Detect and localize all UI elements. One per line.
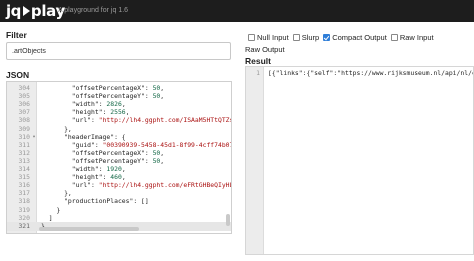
slurp-checkbox[interactable] bbox=[292, 34, 300, 41]
json-editor[interactable]: 304 "offsetPercentageX": 50, 305 "offsetP… bbox=[6, 81, 232, 234]
result-output: [{"links":{"self":"https://www.rijksmuse… bbox=[268, 69, 473, 77]
brand-jq: jq bbox=[6, 2, 21, 20]
result-editor[interactable]: 1 [{"links":{"self":"https://www.rijksmu… bbox=[245, 66, 474, 255]
null-input-label: Null Input bbox=[257, 33, 289, 42]
result-line-number: 1 bbox=[256, 69, 260, 77]
slurp-label: Slurp bbox=[301, 33, 320, 42]
result-line-gutter bbox=[246, 67, 264, 254]
raw-output-option[interactable]: Raw Output bbox=[245, 44, 285, 55]
slurp-option[interactable]: Slurp bbox=[292, 32, 320, 43]
play-arrow-icon bbox=[22, 6, 30, 16]
raw-input-checkbox[interactable] bbox=[390, 34, 398, 41]
null-input-option[interactable]: Null Input bbox=[248, 32, 289, 43]
filter-label: Filter bbox=[6, 30, 27, 40]
horizontal-scrollbar[interactable] bbox=[39, 227, 139, 231]
json-label: JSON bbox=[6, 70, 30, 80]
line-number: 321 bbox=[18, 221, 30, 230]
vertical-scrollbar[interactable] bbox=[226, 214, 230, 226]
options-bar: Null Input Slurp Compact Output Raw Inpu… bbox=[245, 32, 474, 55]
raw-input-label: Raw Input bbox=[399, 33, 434, 42]
result-label: Result bbox=[245, 56, 271, 66]
brand-logo[interactable]: jq play bbox=[6, 2, 65, 20]
tagline: A playground for jq 1.6 bbox=[58, 7, 129, 14]
compact-output-checkbox[interactable] bbox=[323, 34, 331, 41]
raw-output-label: Raw Output bbox=[245, 45, 285, 54]
null-input-checkbox[interactable] bbox=[248, 34, 255, 41]
filter-input[interactable] bbox=[6, 42, 231, 60]
navbar: jq play A playground for jq 1.6 bbox=[0, 0, 474, 22]
raw-input-option[interactable]: Raw Input bbox=[390, 32, 434, 43]
compact-output-option[interactable]: Compact Output bbox=[323, 32, 387, 43]
compact-output-label: Compact Output bbox=[332, 33, 387, 42]
